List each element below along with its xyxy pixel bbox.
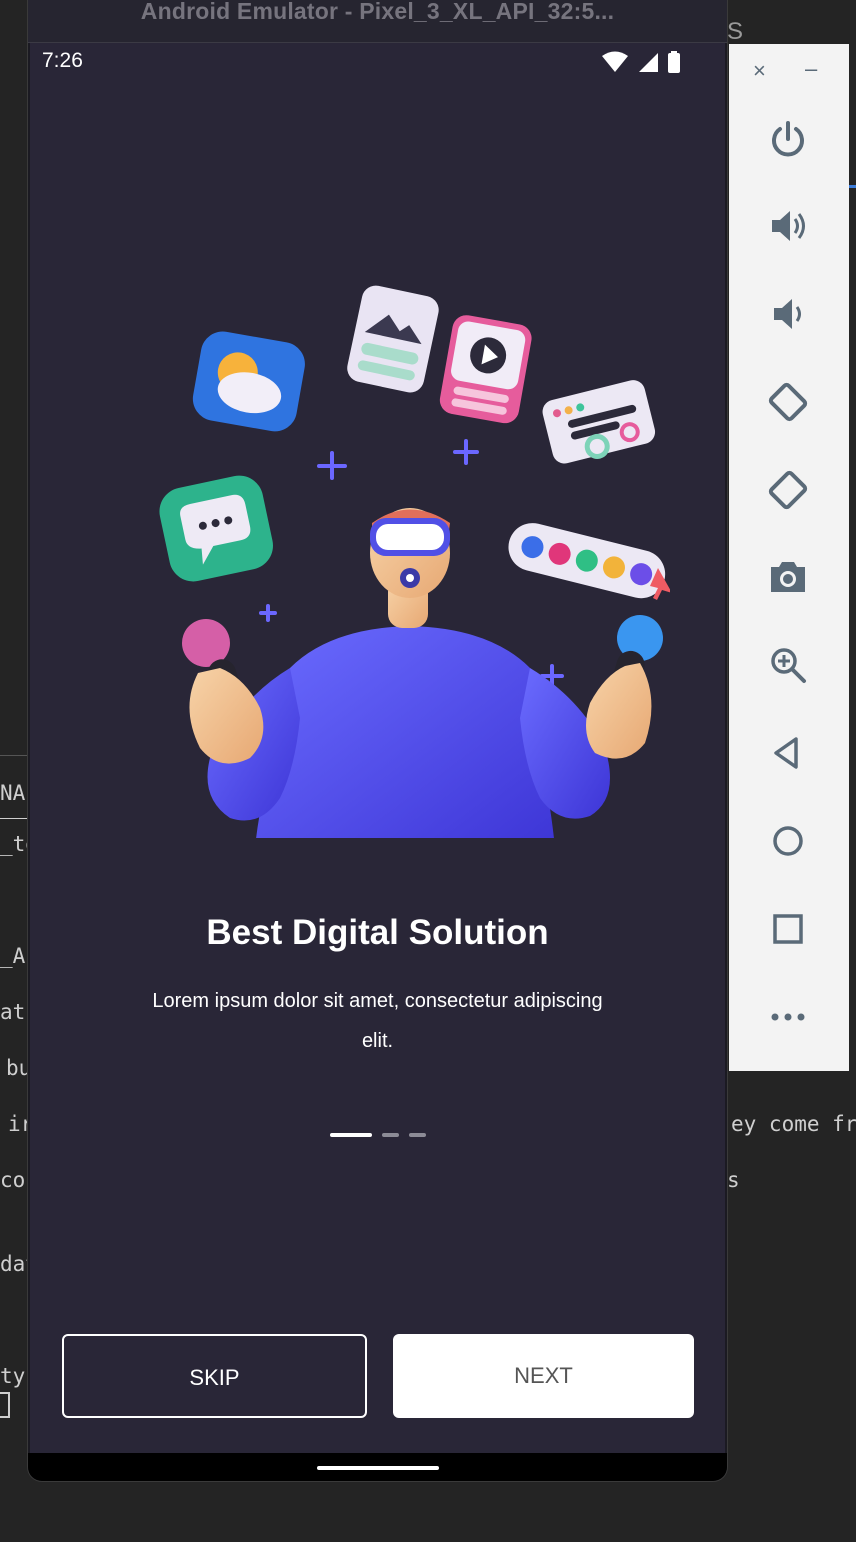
video-card-icon: [439, 315, 532, 424]
minimize-icon[interactable]: –: [805, 56, 817, 82]
chat-app-icon: [159, 475, 273, 582]
next-button[interactable]: NEXT: [393, 1334, 694, 1418]
home-gesture-pill[interactable]: [317, 1466, 439, 1470]
volume-down-button[interactable]: [763, 289, 813, 339]
screenshot-button[interactable]: [763, 552, 813, 602]
status-icons: [598, 51, 681, 73]
window-title: Android Emulator - Pixel_3_XL_API_32:5..…: [140, 0, 615, 24]
rotate-right-icon: [768, 470, 808, 510]
onboarding-title: Best Digital Solution: [206, 913, 549, 952]
camera-icon: [771, 562, 805, 592]
zoom-icon: [771, 648, 806, 683]
power-button[interactable]: [763, 114, 813, 164]
bg-fragment: at: [0, 1000, 26, 1024]
editor-card-icon: [542, 380, 656, 464]
bg-fragment: _A: [0, 944, 26, 968]
bg-fragment: s: [727, 1168, 740, 1192]
wifi-icon: [602, 51, 629, 72]
more-icon: [771, 1013, 805, 1021]
volume-up-icon: [772, 211, 805, 241]
emulator-window: Android Emulator - Pixel_3_XL_API_32:5..…: [28, 0, 727, 1481]
volume-down-icon: [774, 299, 801, 329]
window-titlebar[interactable]: Android Emulator - Pixel_3_XL_API_32:5..…: [28, 0, 727, 43]
right-hand-mic: [586, 615, 663, 759]
rotate-left-icon: [768, 382, 808, 422]
overview-button[interactable]: [763, 904, 813, 954]
back-button[interactable]: [763, 728, 813, 778]
page-dot-active: [330, 1133, 372, 1137]
home-icon: [773, 826, 803, 856]
color-palette-icon: [508, 523, 666, 599]
onboarding-subtitle: Lorem ipsum dolor sit amet, consectetur …: [152, 990, 603, 1052]
bg-accent-mark: [848, 185, 856, 188]
volume-up-button[interactable]: [763, 201, 813, 251]
page-dot: [382, 1133, 399, 1137]
close-icon[interactable]: ×: [753, 58, 766, 84]
home-button[interactable]: [763, 816, 813, 866]
bg-divider: [0, 755, 28, 756]
zoom-button[interactable]: [763, 640, 813, 690]
gesture-nav-bar: [28, 1453, 727, 1481]
status-time: 7:26: [42, 49, 83, 72]
weather-app-icon: [192, 331, 305, 432]
power-icon: [772, 121, 804, 157]
emulator-toolbar: × –: [729, 44, 849, 1071]
rotate-left-button[interactable]: [763, 377, 813, 427]
rotate-right-button[interactable]: [763, 465, 813, 515]
battery-icon: [668, 51, 680, 73]
back-icon: [774, 737, 798, 769]
bg-fragment: S: [727, 18, 744, 45]
bg-fragment: ey come fr: [731, 1112, 856, 1136]
page-dot: [409, 1133, 426, 1137]
bg-checkbox: [0, 1392, 10, 1418]
skip-button[interactable]: SKIP: [62, 1334, 367, 1418]
signal-icon: [638, 53, 658, 72]
toolbar-window-controls: × –: [729, 56, 849, 84]
gallery-card-icon: [347, 285, 439, 393]
left-hand-mic: [182, 619, 264, 764]
device-screen[interactable]: 7:26 Best Digital Solution Lorem ipsum d…: [30, 43, 725, 1453]
overview-icon: [773, 914, 803, 944]
vr-person-illustration: [159, 285, 670, 838]
bg-fragment: ty: [0, 1364, 26, 1388]
more-button[interactable]: [763, 992, 813, 1042]
bg-underline: [0, 818, 28, 819]
